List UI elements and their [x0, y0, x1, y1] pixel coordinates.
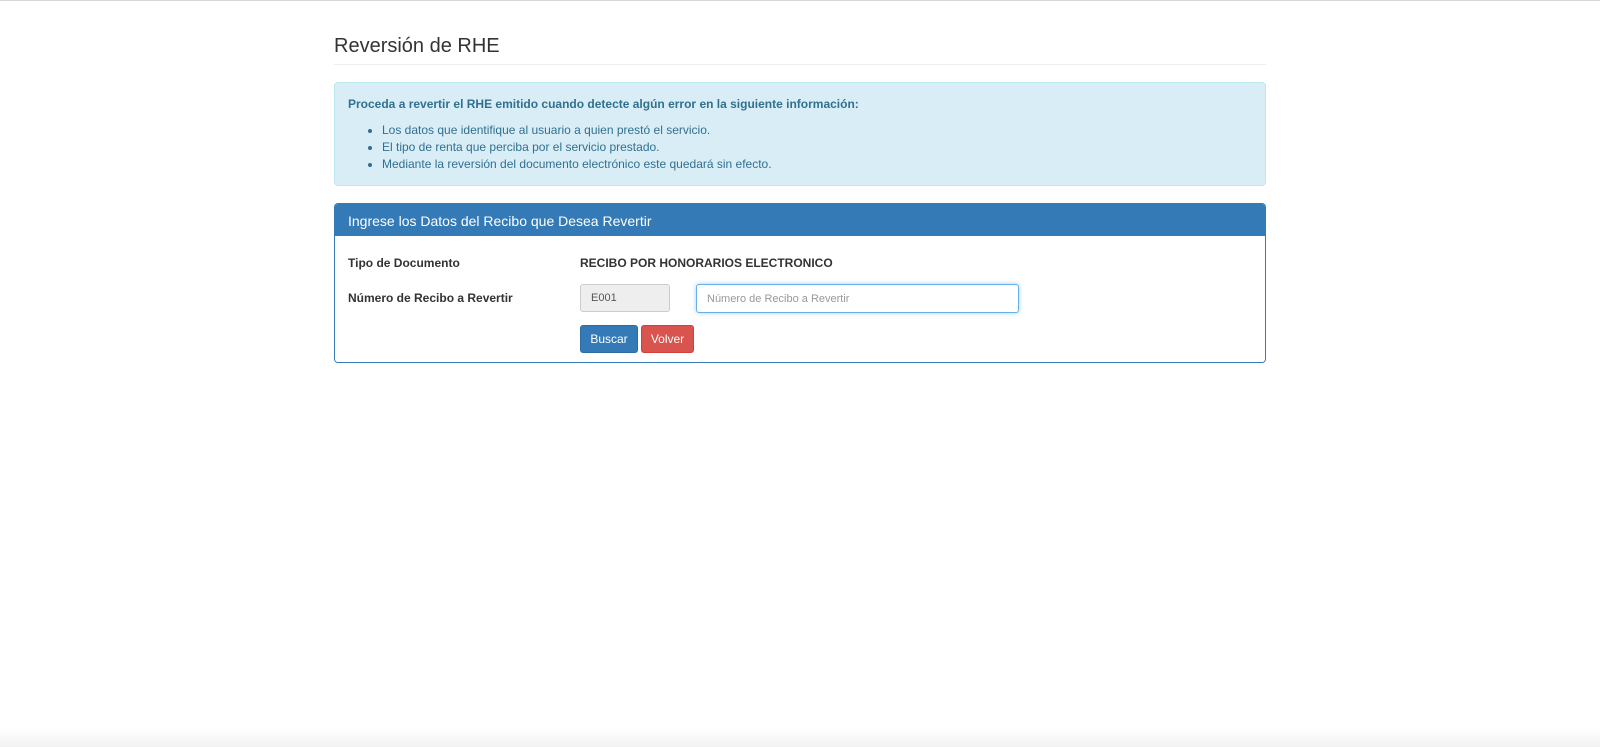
- panel-heading: Ingrese los Datos del Recibo que Desea R…: [335, 204, 1265, 236]
- page-header: Reversión de RHE: [334, 34, 1266, 65]
- main-container: Reversión de RHE Proceda a revertir el R…: [334, 0, 1266, 363]
- alert-intro: Proceda a revertir el RHE emitido cuando…: [348, 97, 859, 111]
- bottom-shade: [0, 729, 1600, 747]
- series-field: E001: [580, 284, 670, 312]
- back-button[interactable]: Volver: [641, 325, 694, 353]
- page-title: Reversión de RHE: [334, 35, 500, 57]
- alert-list-item: Los datos que identifique al usuario a q…: [382, 122, 1252, 139]
- alert-list: Los datos que identifique al usuario a q…: [348, 122, 1252, 173]
- alert-list-item: El tipo de renta que perciba por el serv…: [382, 139, 1252, 156]
- doc-type-label: Tipo de Documento: [348, 256, 460, 270]
- receipt-number-input[interactable]: [696, 284, 1019, 313]
- search-button[interactable]: Buscar: [580, 325, 638, 353]
- panel-body: Tipo de Documento RECIBO POR HONORARIOS …: [335, 236, 1265, 362]
- receipt-number-label: Número de Recibo a Revertir: [348, 291, 513, 305]
- alert-list-item: Mediante la reversión del documento elec…: [382, 156, 1252, 173]
- receipt-panel: Ingrese los Datos del Recibo que Desea R…: [334, 203, 1266, 363]
- doc-type-value: RECIBO POR HONORARIOS ELECTRONICO: [580, 256, 833, 270]
- info-alert: Proceda a revertir el RHE emitido cuando…: [334, 82, 1266, 186]
